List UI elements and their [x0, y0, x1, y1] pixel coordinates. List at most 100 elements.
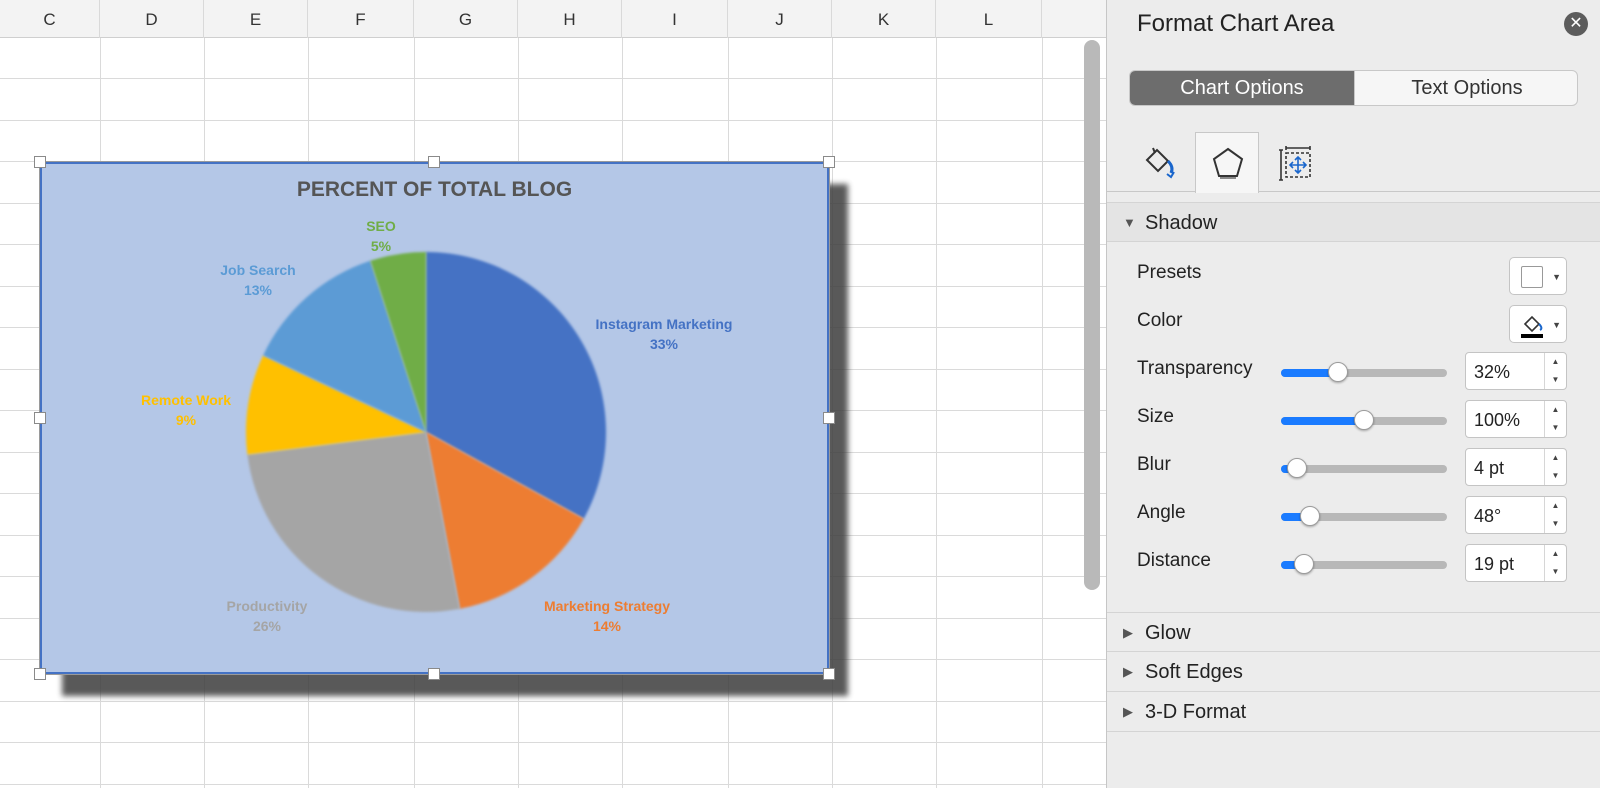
- spreadsheet[interactable]: C D E F G H I J K L PERCENT OF TOTAL BLO…: [0, 0, 1106, 788]
- expanded-triangle-icon: ▼: [1123, 215, 1136, 230]
- tab-text-options[interactable]: Text Options: [1354, 71, 1577, 105]
- resize-handle-right[interactable]: [823, 412, 835, 424]
- color-label: Color: [1137, 310, 1183, 331]
- transparency-label: Transparency: [1137, 358, 1253, 379]
- preset-swatch-icon: [1521, 266, 1543, 288]
- column-header-h[interactable]: H: [518, 0, 622, 38]
- pane-title: Format Chart Area: [1137, 10, 1335, 37]
- chevron-down-icon: ▼: [1552, 272, 1561, 282]
- resize-handle-bottom-right[interactable]: [823, 668, 835, 680]
- grid-column-line: [1042, 38, 1043, 788]
- blur-label: Blur: [1137, 454, 1171, 475]
- stepper-up-icon[interactable]: ▲: [1545, 353, 1566, 371]
- size-stepper[interactable]: ▲ ▼: [1544, 401, 1566, 437]
- close-icon[interactable]: ✕: [1564, 12, 1588, 36]
- column-header-l[interactable]: L: [936, 0, 1042, 38]
- grid-column-line: [936, 38, 937, 788]
- shadow-section-label: Shadow: [1145, 212, 1218, 234]
- resize-handle-top-right[interactable]: [823, 156, 835, 168]
- tab-fill-line[interactable]: [1127, 132, 1191, 192]
- size-field[interactable]: 100% ▲ ▼: [1465, 400, 1567, 438]
- vertical-scrollbar[interactable]: [1084, 40, 1100, 590]
- paint-bucket-icon: [1521, 315, 1543, 338]
- presets-dropdown[interactable]: ▼: [1509, 257, 1567, 295]
- slider-thumb[interactable]: [1294, 554, 1314, 574]
- blur-value[interactable]: 4 pt: [1474, 458, 1504, 479]
- transparency-field[interactable]: 32% ▲ ▼: [1465, 352, 1567, 390]
- glow-section-header[interactable]: ▶ Glow: [1107, 612, 1600, 652]
- stepper-up-icon[interactable]: ▲: [1545, 401, 1566, 419]
- format-chart-area-pane: Format Chart Area ✕ Chart Options Text O…: [1106, 0, 1600, 788]
- stepper-down-icon[interactable]: ▼: [1545, 419, 1566, 437]
- color-dropdown[interactable]: ▼: [1509, 305, 1567, 343]
- blur-slider[interactable]: [1281, 458, 1447, 478]
- format-category-tabs: [1107, 132, 1600, 193]
- collapsed-triangle-icon: ▶: [1123, 625, 1133, 640]
- shadow-section-header[interactable]: ▼ Shadow: [1107, 202, 1600, 242]
- tab-size-properties[interactable]: [1263, 132, 1327, 192]
- fill-line-icon: [1145, 147, 1175, 179]
- stepper-down-icon[interactable]: ▼: [1545, 467, 1566, 485]
- distance-stepper[interactable]: ▲ ▼: [1544, 545, 1566, 581]
- size-label: Size: [1137, 406, 1174, 427]
- 3d-format-section-header[interactable]: ▶ 3-D Format: [1107, 692, 1600, 732]
- soft-edges-section-header[interactable]: ▶ Soft Edges: [1107, 652, 1600, 692]
- grid-row-line: [0, 120, 1106, 121]
- column-header-c[interactable]: C: [0, 0, 100, 38]
- options-segmented-control: Chart Options Text Options: [1129, 70, 1578, 106]
- angle-value[interactable]: 48°: [1474, 506, 1501, 527]
- stepper-down-icon[interactable]: ▼: [1545, 563, 1566, 581]
- column-header-bar: C D E F G H I J K L: [0, 0, 1106, 38]
- distance-label: Distance: [1137, 550, 1211, 571]
- grid-row-line: [0, 742, 1106, 743]
- distance-slider[interactable]: [1281, 554, 1447, 574]
- transparency-slider[interactable]: [1281, 362, 1447, 382]
- resize-handle-top-left[interactable]: [34, 156, 46, 168]
- distance-value[interactable]: 19 pt: [1474, 554, 1514, 575]
- stepper-up-icon[interactable]: ▲: [1545, 449, 1566, 467]
- transparency-stepper[interactable]: ▲ ▼: [1544, 353, 1566, 389]
- column-header-e[interactable]: E: [204, 0, 308, 38]
- resize-handle-top[interactable]: [428, 156, 440, 168]
- stepper-up-icon[interactable]: ▲: [1545, 545, 1566, 563]
- slider-thumb[interactable]: [1328, 362, 1348, 382]
- column-header-k[interactable]: K: [832, 0, 936, 38]
- column-header-f[interactable]: F: [308, 0, 414, 38]
- soft-edges-section-label: Soft Edges: [1145, 661, 1243, 683]
- distance-field[interactable]: 19 pt ▲ ▼: [1465, 544, 1567, 582]
- grid-row-line: [0, 78, 1106, 79]
- angle-stepper[interactable]: ▲ ▼: [1544, 497, 1566, 533]
- slider-thumb[interactable]: [1354, 410, 1374, 430]
- angle-field[interactable]: 48° ▲ ▼: [1465, 496, 1567, 534]
- resize-handle-bottom[interactable]: [428, 668, 440, 680]
- resize-handle-bottom-left[interactable]: [34, 668, 46, 680]
- pentagon-effects-icon: [1212, 147, 1244, 179]
- column-header-d[interactable]: D: [100, 0, 204, 38]
- tab-chart-options[interactable]: Chart Options: [1130, 71, 1354, 105]
- grid-row-line: [0, 784, 1106, 785]
- stepper-up-icon[interactable]: ▲: [1545, 497, 1566, 515]
- column-header-g[interactable]: G: [414, 0, 518, 38]
- presets-label: Presets: [1137, 262, 1202, 283]
- blur-stepper[interactable]: ▲ ▼: [1544, 449, 1566, 485]
- collapsed-triangle-icon: ▶: [1123, 664, 1133, 679]
- angle-slider[interactable]: [1281, 506, 1447, 526]
- glow-section-label: Glow: [1145, 622, 1191, 644]
- transparency-value[interactable]: 32%: [1474, 362, 1510, 383]
- stepper-down-icon[interactable]: ▼: [1545, 371, 1566, 389]
- grid-row-line: [0, 701, 1106, 702]
- blur-field[interactable]: 4 pt ▲ ▼: [1465, 448, 1567, 486]
- column-header-j[interactable]: J: [728, 0, 832, 38]
- slider-thumb[interactable]: [1287, 458, 1307, 478]
- size-value[interactable]: 100%: [1474, 410, 1520, 431]
- column-header-i[interactable]: I: [622, 0, 728, 38]
- slider-fill: [1281, 417, 1364, 425]
- size-slider[interactable]: [1281, 410, 1447, 430]
- angle-label: Angle: [1137, 502, 1186, 523]
- slider-thumb[interactable]: [1300, 506, 1320, 526]
- chevron-down-icon: ▼: [1552, 320, 1561, 330]
- resize-handle-left[interactable]: [34, 412, 46, 424]
- stepper-down-icon[interactable]: ▼: [1545, 515, 1566, 533]
- chart-selection-frame: [39, 161, 830, 675]
- tab-effects[interactable]: [1195, 132, 1259, 193]
